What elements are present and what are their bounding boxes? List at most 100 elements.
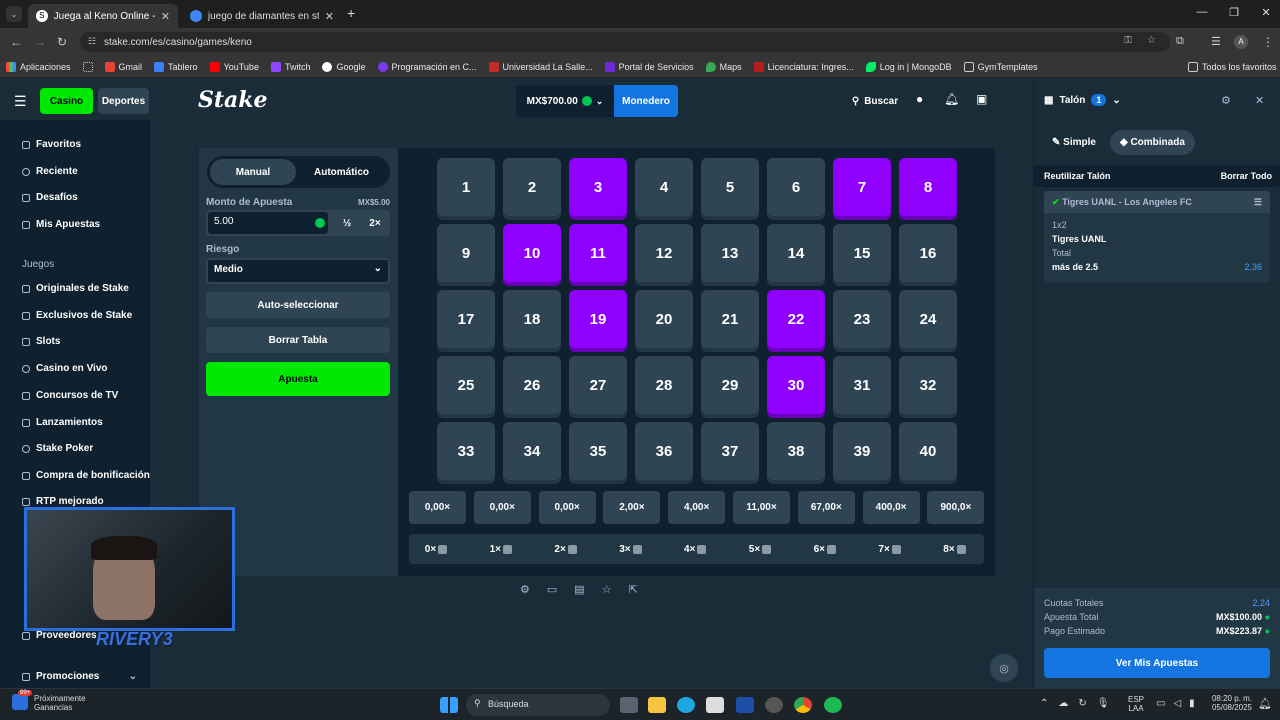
keno-tile-10[interactable]: 10	[503, 224, 561, 282]
keno-tile-2[interactable]: 2	[503, 158, 561, 216]
bookmark-portal[interactable]: Portal de Servicios	[604, 61, 694, 72]
betslip-close-icon[interactable]: ✕	[1255, 94, 1264, 107]
sidebar-item-lanzamientos[interactable]: Lanzamientos	[22, 417, 103, 428]
task-view-icon[interactable]	[620, 697, 638, 713]
close-tab-icon[interactable]: ✕	[161, 10, 170, 23]
keno-tile-21[interactable]: 21	[701, 290, 759, 348]
keno-tile-36[interactable]: 36	[635, 422, 693, 480]
tab-search-icon[interactable]: ⌄	[6, 6, 22, 22]
back-icon[interactable]: ←	[10, 35, 22, 49]
keno-tile-12[interactable]: 12	[635, 224, 693, 282]
keno-tile-32[interactable]: 32	[899, 356, 957, 414]
reload-icon[interactable]: ↻	[57, 35, 67, 49]
keno-tile-37[interactable]: 37	[701, 422, 759, 480]
keno-tile-30[interactable]: 30	[767, 356, 825, 414]
keno-tile-22[interactable]: 22	[767, 290, 825, 348]
bookmark-star-icon[interactable]: ☆	[1147, 35, 1156, 46]
bet-button[interactable]: Apuesta	[206, 362, 390, 396]
microphone-icon[interactable]: 🎙︎	[1097, 698, 1110, 709]
bookmark-mongodb[interactable]: Log in | MongoDB	[865, 61, 952, 72]
sidebar-item-originales[interactable]: Originales de Stake	[22, 283, 129, 294]
sports-button[interactable]: Deportes	[98, 88, 149, 114]
keno-tile-1[interactable]: 1	[437, 158, 495, 216]
keno-tile-25[interactable]: 25	[437, 356, 495, 414]
chrome-icon[interactable]	[794, 697, 812, 713]
stake-logo[interactable]: Stake	[198, 87, 268, 113]
sidebar-item-slots[interactable]: Slots	[22, 336, 60, 347]
tab-keno[interactable]: S Juega al Keno Online - Jueg ✕	[28, 4, 178, 28]
menu-icon[interactable]: ☰	[14, 93, 27, 110]
keno-tile-4[interactable]: 4	[635, 158, 693, 216]
keno-tile-13[interactable]: 13	[701, 224, 759, 282]
url-field[interactable]: ☷ stake.com/es/casino/games/keno ⚿ ☆	[80, 32, 1170, 52]
tab-diamonds[interactable]: juego de diamantes en stake - ✕	[182, 4, 342, 28]
site-info-icon[interactable]: ☷	[88, 36, 96, 47]
card-menu-icon[interactable]: ☰	[1254, 197, 1262, 208]
auto-select-button[interactable]: Auto-seleccionar	[206, 292, 390, 318]
popout-icon[interactable]: ⇱	[629, 583, 638, 599]
sidebar-item-casino-en-vivo[interactable]: Casino en Vivo	[22, 363, 108, 374]
sidebar-item-favoritos[interactable]: Favoritos	[22, 139, 81, 150]
onedrive-icon[interactable]: ☁	[1058, 698, 1068, 709]
bookmark-twitch[interactable]: Twitch	[270, 61, 310, 72]
keno-tile-18[interactable]: 18	[503, 290, 561, 348]
keno-tile-17[interactable]: 17	[437, 290, 495, 348]
steam-icon[interactable]	[765, 697, 783, 713]
windows-start-icon[interactable]	[440, 697, 458, 713]
bookmark-google[interactable]: Google	[322, 61, 366, 72]
taskbar-search[interactable]: ⚲ Búsqueda	[466, 694, 610, 716]
sidebar-item-compra-bonificacion[interactable]: Compra de bonificación	[22, 470, 150, 481]
tab-automatico[interactable]: Automático	[296, 159, 387, 185]
bookmark-youtube[interactable]: YouTube	[209, 61, 259, 72]
keno-tile-11[interactable]: 11	[569, 224, 627, 282]
reading-list-icon[interactable]: ☰	[1211, 35, 1221, 48]
stats-icon[interactable]: ▤	[574, 583, 584, 599]
browser-menu-icon[interactable]: ⋮	[1262, 35, 1274, 49]
keno-tile-29[interactable]: 29	[701, 356, 759, 414]
clear-all-button[interactable]: Borrar Todo	[1221, 171, 1272, 181]
bookmark-apps[interactable]: Aplicaciones	[6, 61, 71, 72]
bookmark-gymtemplates[interactable]: GymTemplates	[963, 61, 1038, 72]
bet-selection-card[interactable]: ✔ Tigres UANL - Los Angeles FC ☰ 1x2 Tig…	[1044, 191, 1270, 283]
edge-icon[interactable]	[677, 697, 695, 713]
keno-tile-24[interactable]: 24	[899, 290, 957, 348]
keno-tile-23[interactable]: 23	[833, 290, 891, 348]
double-button[interactable]: 2×	[362, 210, 388, 236]
profile-avatar[interactable]: A	[1234, 35, 1248, 49]
keno-tile-9[interactable]: 9	[437, 224, 495, 282]
keno-tile-16[interactable]: 16	[899, 224, 957, 282]
lanschool-icon[interactable]	[736, 697, 754, 713]
sidebar-item-exclusivos[interactable]: Exclusivos de Stake	[22, 310, 132, 321]
tab-simple[interactable]: ✎ Simple	[1042, 130, 1106, 155]
forward-icon[interactable]: →	[34, 35, 46, 49]
keno-tile-20[interactable]: 20	[635, 290, 693, 348]
extensions-icon[interactable]: ⧉	[1176, 35, 1184, 48]
keno-tile-7[interactable]: 7	[833, 158, 891, 216]
wallet-button[interactable]: Monedero	[614, 85, 678, 117]
bookmark-grid[interactable]	[82, 61, 93, 72]
bookmark-maps[interactable]: Maps	[705, 61, 742, 72]
sidebar-item-mis-apuestas[interactable]: Mis Apuestas	[22, 219, 100, 230]
keno-tile-34[interactable]: 34	[503, 422, 561, 480]
sidebar-item-rtp[interactable]: RTP mejorado	[22, 496, 104, 507]
search-button[interactable]: ⚲ Buscar	[848, 88, 902, 114]
bookmark-tablero[interactable]: Tablero	[154, 61, 198, 72]
sidebar-item-promociones[interactable]: Promociones ⌄	[22, 671, 137, 682]
notification-bell-icon[interactable]: 🔔︎	[1258, 697, 1272, 710]
support-chat-icon[interactable]: ◎	[990, 654, 1018, 682]
theatre-mode-icon[interactable]: ▭	[547, 583, 557, 599]
clock[interactable]: 08:20 p. m. 05/08/2025	[1208, 694, 1252, 712]
close-window-icon[interactable]: ✕	[1256, 6, 1276, 19]
spotify-icon[interactable]	[824, 697, 842, 713]
sidebar-item-desafios[interactable]: Desafíos	[22, 192, 78, 203]
file-explorer-icon[interactable]	[648, 697, 666, 713]
new-tab-icon[interactable]: +	[347, 5, 355, 21]
chevron-down-icon[interactable]: ⌄	[1112, 95, 1120, 106]
bookmark-gmail[interactable]: Gmail	[104, 61, 142, 72]
keno-tile-14[interactable]: 14	[767, 224, 825, 282]
view-my-bets-button[interactable]: Ver Mis Apuestas	[1044, 648, 1270, 678]
store-icon[interactable]	[706, 697, 724, 713]
clear-table-button[interactable]: Borrar Tabla	[206, 327, 390, 353]
bookmark-licenciatura[interactable]: Licenciatura: Ingres...	[753, 61, 854, 72]
balance-selector[interactable]: MX$700.00 ⌄	[516, 85, 614, 117]
